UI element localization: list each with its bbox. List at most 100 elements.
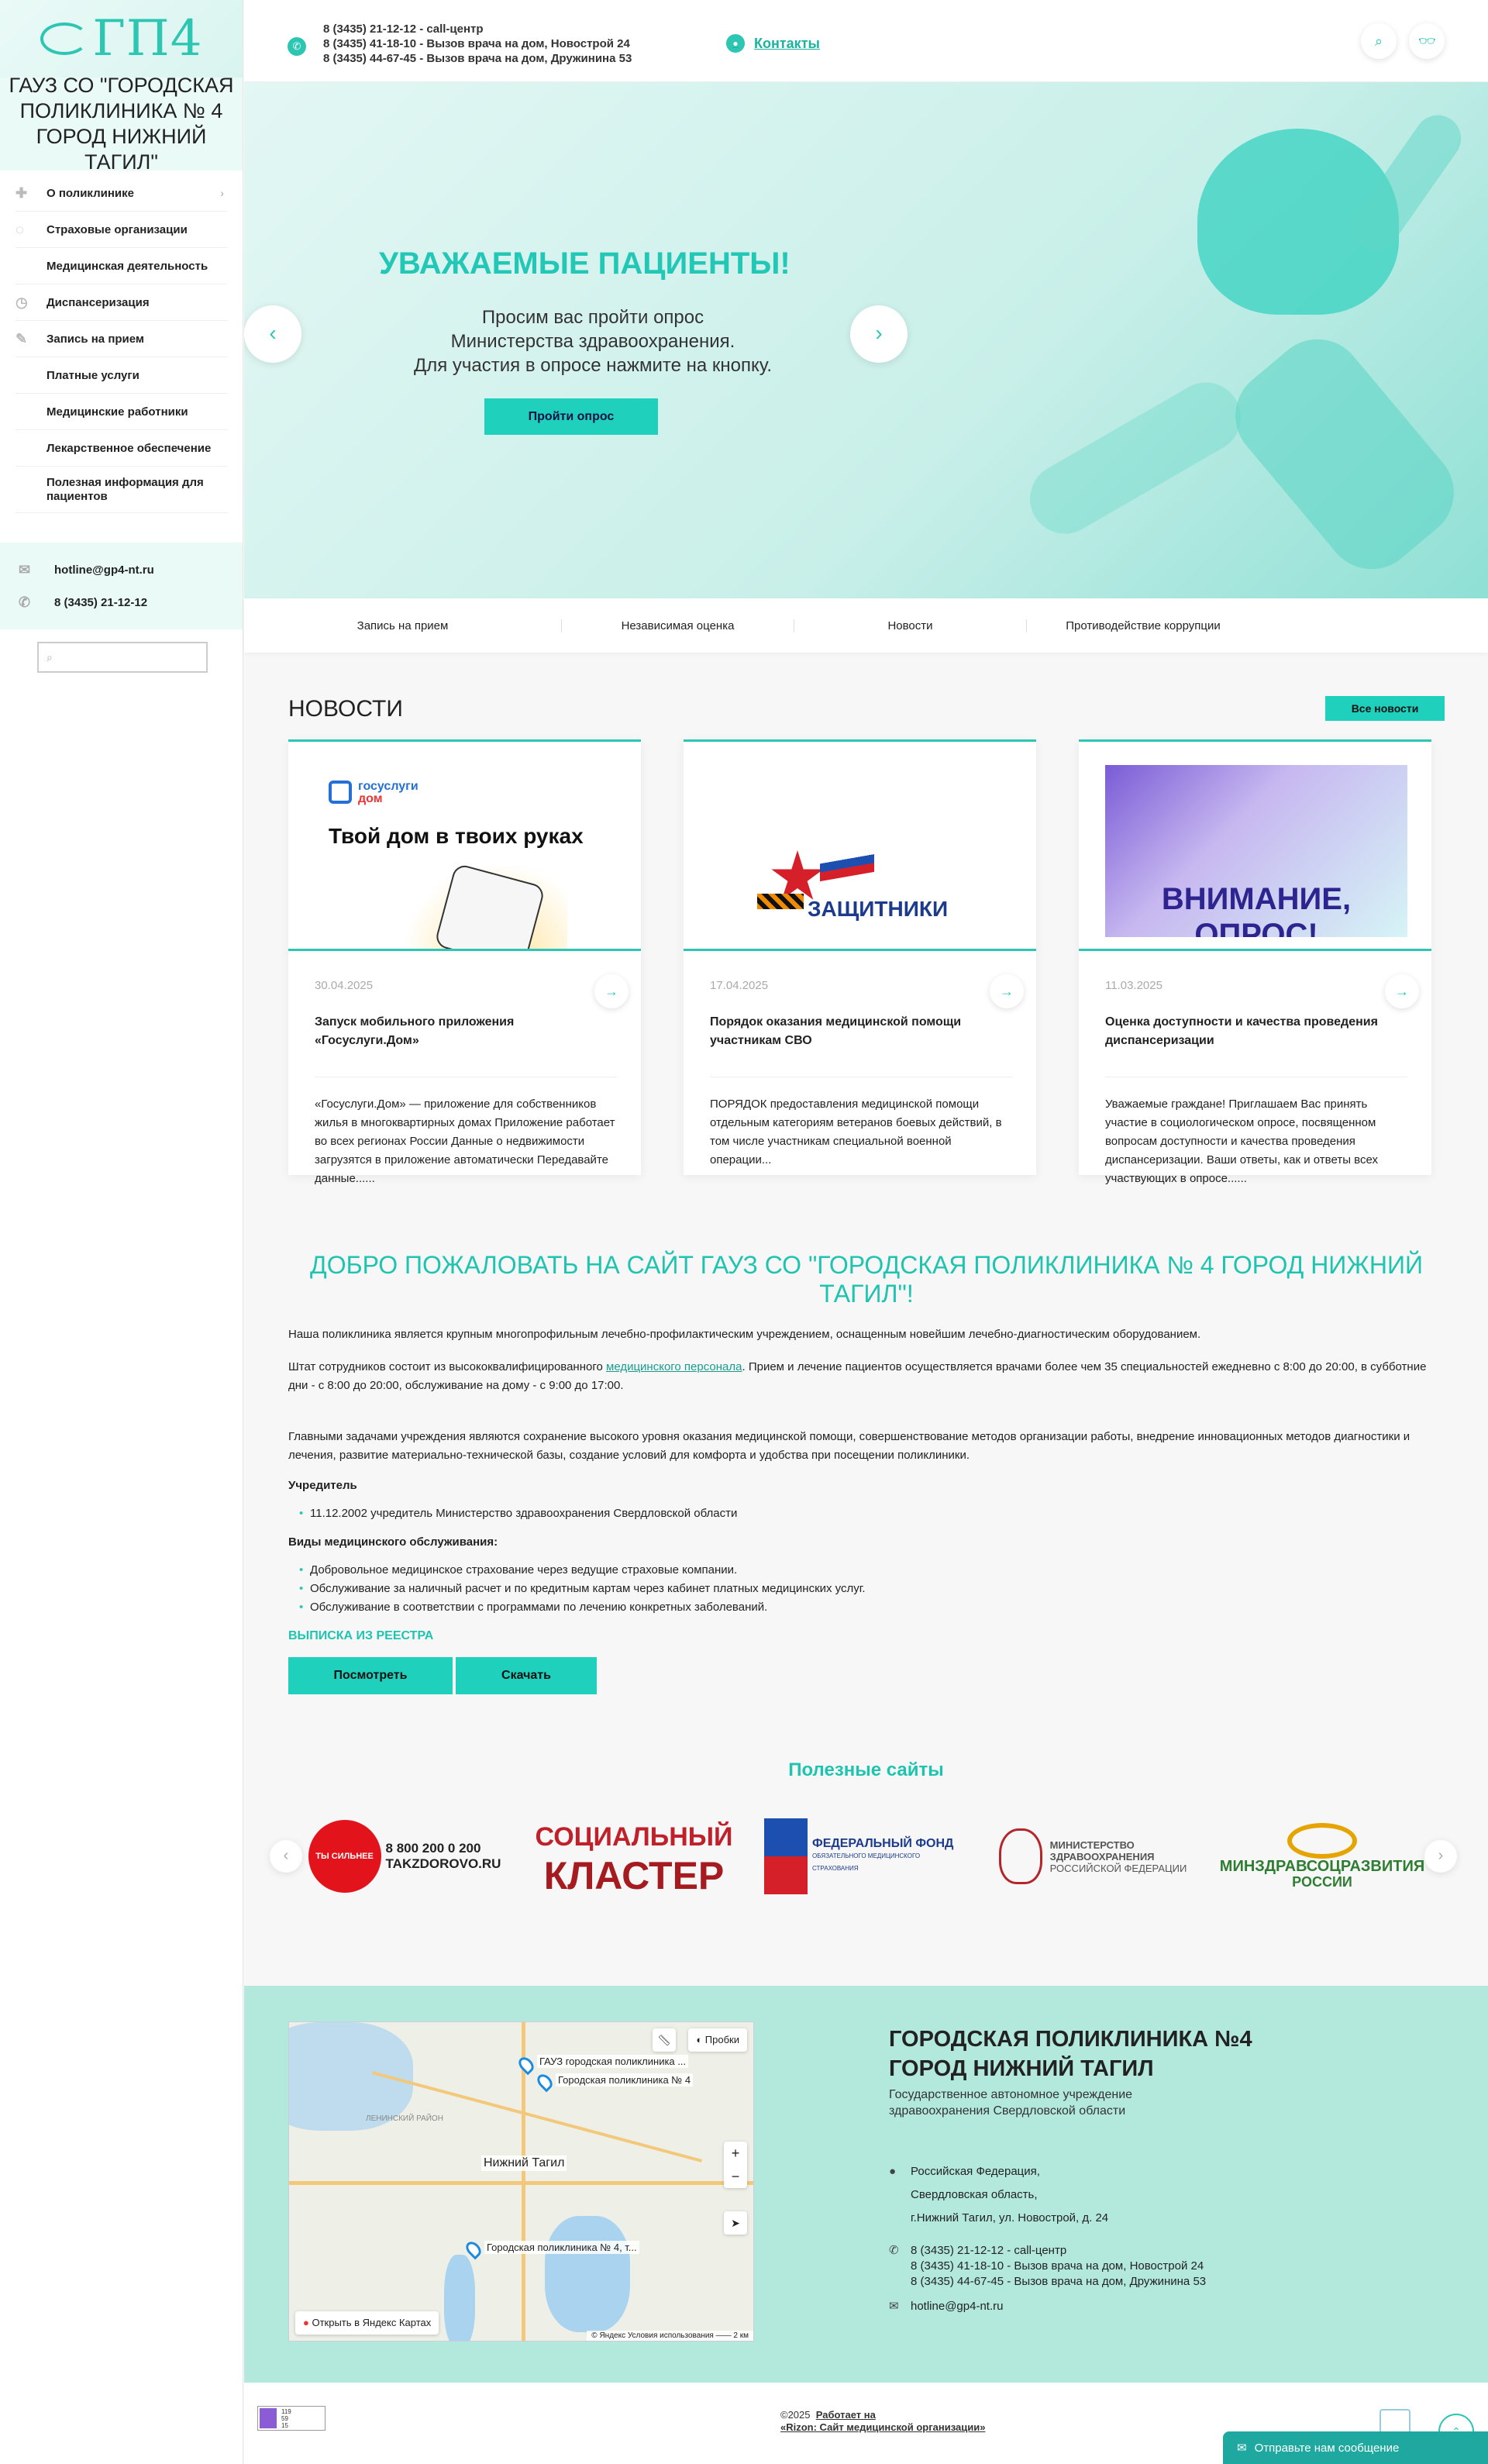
news-image: ВНИМАНИЕ, ОПРОС! bbox=[1079, 742, 1431, 951]
services-label: Виды медицинского обслуживания: bbox=[288, 1535, 498, 1549]
site-logo[interactable]: ГП4 bbox=[0, 0, 243, 78]
useful-sites-heading: Полезные сайты bbox=[788, 1759, 944, 1780]
news-card[interactable]: ВНИМАНИЕ, ОПРОС! 11.03.2025 → Оценка дос… bbox=[1079, 739, 1431, 1185]
partner-ffoms[interactable]: ФЕДЕРАЛЬНЫЙ ФОНД ОБЯЗАТЕЛЬНОГО МЕДИЦИНСКО… bbox=[764, 1818, 963, 1895]
map-pin-icon[interactable] bbox=[515, 2054, 537, 2076]
chevron-left-icon: ‹ bbox=[283, 1847, 289, 1864]
sidebar-item-appointment[interactable]: ✎ Запись на прием bbox=[16, 321, 227, 357]
plus-icon: ✚ bbox=[16, 184, 28, 201]
sidebar-email[interactable]: ✉ hotline@gp4-nt.ru bbox=[19, 558, 224, 581]
welcome-heading: ДОБРО ПОЖАЛОВАТЬ НА САЙТ ГАУЗ СО "ГОРОДС… bbox=[310, 1251, 1423, 1308]
footer-email[interactable]: ✉ hotline@gp4-nt.ru bbox=[889, 2299, 1003, 2314]
map-zoom-controls: + − bbox=[724, 2142, 747, 2188]
partner-takzdorovo[interactable]: ТЫ СИЛЬНЕЕ 8 800 200 0 200 TAKZDOROVO.RU bbox=[305, 1818, 504, 1895]
sidebar-item-drugs[interactable]: Лекарственное обеспечение bbox=[16, 430, 227, 467]
sidebar-item-medical-staff[interactable]: Медицинские работники bbox=[16, 394, 227, 430]
sidebar-phone[interactable]: ✆ 8 (3435) 21-12-12 bbox=[19, 591, 224, 614]
visit-counter[interactable]: 119 59 15 bbox=[257, 2406, 326, 2431]
ffoms-logo-icon bbox=[764, 1818, 808, 1894]
medical-staff-link[interactable]: медицинского персонала bbox=[606, 1360, 742, 1373]
map-pin-icon[interactable] bbox=[534, 2071, 556, 2093]
download-button[interactable]: Скачать bbox=[456, 1657, 597, 1694]
made-by-link[interactable]: Работает на bbox=[816, 2409, 876, 2421]
location-pin-icon: ● bbox=[889, 2165, 897, 2178]
slider-next-button[interactable]: › bbox=[850, 305, 908, 363]
news-title[interactable]: Оценка доступности и качества проведения… bbox=[1105, 1013, 1407, 1050]
search-button[interactable]: ⌕ bbox=[1361, 23, 1397, 59]
registry-extract-link[interactable]: ВЫПИСКА ИЗ РЕЕСТРА bbox=[288, 1629, 1445, 1643]
chat-icon[interactable] bbox=[1380, 2409, 1410, 2434]
news-open-button[interactable]: → bbox=[1385, 974, 1419, 1008]
sidebar-item-insurance[interactable]: ◌ Страховые организации bbox=[16, 212, 227, 248]
zoom-in-button[interactable]: + bbox=[724, 2142, 747, 2165]
subnav-appointment[interactable]: Запись на прием bbox=[244, 619, 562, 632]
sidebar-item-label: Платные услуги bbox=[46, 368, 140, 382]
location-pin-icon: ● bbox=[726, 34, 745, 53]
all-news-button[interactable]: Все новости bbox=[1325, 696, 1445, 721]
chevron-left-icon: ‹ bbox=[269, 321, 277, 345]
ruler-icon: 📏︎ bbox=[657, 2034, 671, 2046]
coat-of-arms-icon bbox=[998, 1828, 1042, 1884]
subnav-anticorruption[interactable]: Противодействие коррупции bbox=[1027, 619, 1259, 632]
news-title[interactable]: Запуск мобильного приложения «Госуслуги.… bbox=[315, 1013, 617, 1050]
mail-icon: ✉ bbox=[889, 2300, 899, 2313]
chevron-right-icon: › bbox=[220, 187, 224, 199]
subnav-news[interactable]: Новости bbox=[794, 619, 1027, 632]
sidebar-search-input[interactable]: ⌕ bbox=[37, 642, 208, 673]
traffic-button[interactable]: ◐ Пробки bbox=[688, 2028, 747, 2052]
news-open-button[interactable]: → bbox=[594, 974, 629, 1008]
edit-icon: ✎ bbox=[16, 330, 28, 346]
news-card[interactable]: госуслуги дом Твой дом в твоих руках 30.0… bbox=[288, 739, 641, 1185]
subnav-assessment[interactable]: Независимая оценка bbox=[562, 619, 794, 632]
news-title[interactable]: Порядок оказания медицинской помощи учас… bbox=[710, 1013, 1012, 1050]
sidebar-item-medical-activity[interactable]: Медицинская деятельность bbox=[16, 248, 227, 284]
view-button[interactable]: Посмотреть bbox=[288, 1657, 453, 1694]
footer-address: ● Российская Федерация, Свердловская обла… bbox=[889, 2164, 1108, 2230]
news-description: ПОРЯДОК предоставления медицинской помощ… bbox=[710, 1098, 1002, 1167]
map-copyright: © Яндекс Условия использования —— 2 км bbox=[587, 2331, 753, 2341]
sidebar-contacts: ✉ hotline@gp4-nt.ru ✆ 8 (3435) 21-12-12 bbox=[0, 543, 243, 629]
feedback-button[interactable]: ✉ Отправьте нам сообщение bbox=[1223, 2431, 1488, 2464]
contacts-link[interactable]: ● Контакты bbox=[726, 34, 820, 53]
news-date: 11.03.2025 bbox=[1105, 979, 1162, 992]
glasses-icon: 👓︎ bbox=[1417, 33, 1436, 49]
sidebar-item-paid-services[interactable]: Платные услуги bbox=[16, 357, 227, 394]
ruler-button[interactable]: 📏︎ bbox=[653, 2028, 676, 2052]
yandex-pin-icon: ● bbox=[303, 2317, 312, 2328]
news-date: 17.04.2025 bbox=[710, 979, 769, 992]
locate-button[interactable]: ➤ bbox=[724, 2211, 747, 2235]
gosuslugi-logo-icon bbox=[329, 781, 352, 804]
partner-social-cluster[interactable]: СОЦИАЛЬНЫЙ КЛАСТЕР bbox=[535, 1818, 733, 1895]
footer-subtitle: Государственное автономное учреждение зд… bbox=[889, 2088, 1133, 2118]
mail-icon: ✉ bbox=[19, 561, 31, 577]
partner-minzdrav[interactable]: МИНИСТЕРСТВО ЗДРАВООХРАНЕНИЯ РОССИЙСКОЙ ФЕ… bbox=[994, 1818, 1192, 1895]
news-card[interactable]: ЗАЩИТНИКИ 17.04.2025 → Порядок оказания … bbox=[684, 739, 1036, 1175]
header-phones: 8 (3435) 21-12-12 - call-центр 8 (3435) … bbox=[323, 22, 632, 65]
org-name: ГАУЗ СО "ГОРОДСКАЯ ПОЛИКЛИНИКА № 4 ГОРОД… bbox=[0, 74, 243, 174]
partners-next-button[interactable]: › bbox=[1424, 1840, 1457, 1873]
news-image: ЗАЩИТНИКИ bbox=[684, 742, 1036, 951]
survey-button[interactable]: Пройти опрос bbox=[484, 398, 658, 435]
map-city-label: Нижний Тагил bbox=[481, 2156, 567, 2171]
accessibility-button[interactable]: 👓︎ bbox=[1409, 23, 1445, 59]
partners-prev-button[interactable]: ‹ bbox=[270, 1840, 302, 1873]
sidebar-item-useful-info[interactable]: Полезная информация для пациентов bbox=[16, 467, 227, 513]
traffic-icon: ◐ bbox=[696, 2034, 705, 2045]
sidebar-item-dispensary[interactable]: ◷ Диспансеризация bbox=[16, 284, 227, 321]
open-in-yandex-button[interactable]: ● Открыть в Яндекс Картах bbox=[295, 2311, 439, 2335]
sidebar-item-about[interactable]: ✚ О поликлинике › bbox=[16, 175, 227, 212]
zoom-out-button[interactable]: − bbox=[724, 2165, 747, 2188]
flag-icon bbox=[820, 845, 874, 882]
rizon-link[interactable]: «Rizon: Сайт медицинской организации» bbox=[780, 2421, 985, 2433]
partner-minzdravsoc[interactable]: МИНЗДРАВСОЦРАЗВИТИЯ РОССИИ bbox=[1220, 1818, 1424, 1895]
sidebar-item-label: Лекарственное обеспечение bbox=[46, 441, 212, 455]
news-image: госуслуги дом Твой дом в твоих руках bbox=[288, 742, 641, 951]
footer: ЛЕНИНСКИЙ РАЙОН Нижний Тагил ГАУЗ городс… bbox=[244, 1986, 1488, 2383]
yandex-map[interactable]: ЛЕНИНСКИЙ РАЙОН Нижний Тагил ГАУЗ городс… bbox=[288, 2021, 754, 2342]
clock-icon: ◷ bbox=[16, 294, 28, 310]
slider-prev-button[interactable]: ‹ bbox=[244, 305, 301, 363]
bottom-bar: 119 59 15 ©2025 Работает на «Rizon: Сайт… bbox=[244, 2383, 1488, 2464]
medical-bag-icon bbox=[1216, 320, 1473, 588]
news-open-button[interactable]: → bbox=[990, 974, 1024, 1008]
ribbon-icon bbox=[757, 894, 804, 909]
